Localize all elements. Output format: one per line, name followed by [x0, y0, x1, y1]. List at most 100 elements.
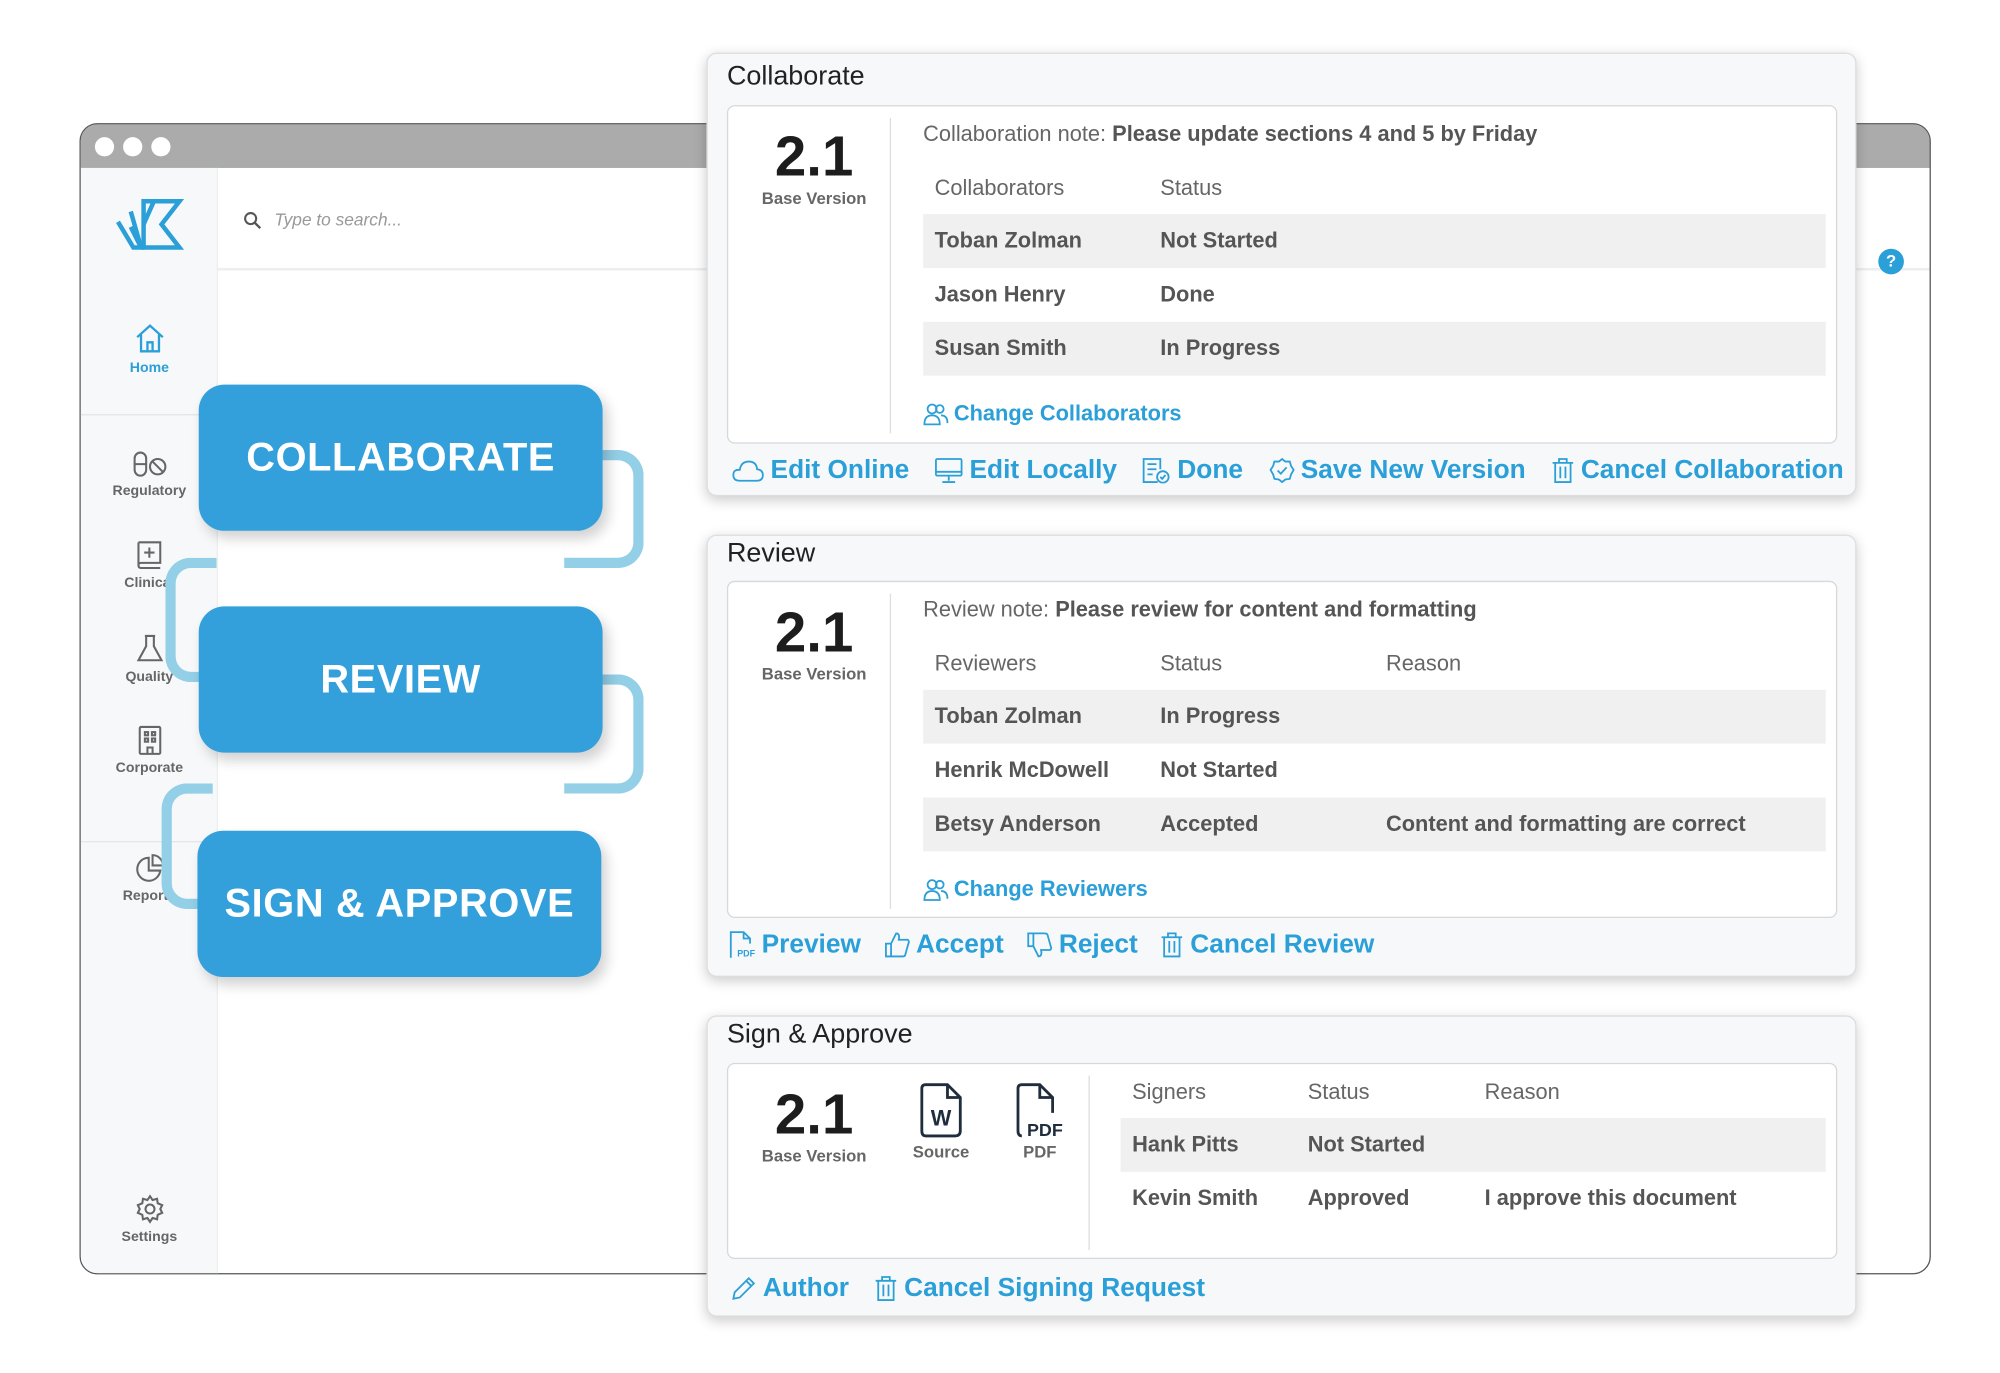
- thumbs-down-icon: [1027, 932, 1052, 958]
- version-number: 2.1: [774, 125, 854, 189]
- cancel-signing-request-button[interactable]: Cancel Signing Request: [875, 1273, 1205, 1304]
- done-button[interactable]: Done: [1143, 455, 1243, 486]
- text: Reject: [1058, 929, 1138, 960]
- text: Change Collaborators: [953, 401, 1182, 426]
- review-panel: 2.1 Base Version Review note: Please revi…: [726, 580, 1838, 918]
- sidebar-item-corporate[interactable]: Corporate: [81, 724, 218, 776]
- text: Jason Henry: [934, 282, 1066, 307]
- trash-icon: [1552, 458, 1574, 483]
- text: I approve this document: [1484, 1185, 1737, 1211]
- pencil-icon: [732, 1276, 756, 1300]
- text: Betsy Anderson: [934, 811, 1101, 836]
- reject-button[interactable]: Reject: [1027, 930, 1138, 961]
- column-header: Collaborators: [934, 175, 1065, 201]
- review-card: Review 2.1 Base Version Review note: Plea…: [706, 534, 1857, 977]
- sign-actions: Author Cancel Signing Request: [731, 1273, 1205, 1304]
- version-label: Base Version: [761, 664, 867, 684]
- base-version: 2.1 Base Version: [737, 601, 891, 684]
- pills-icon: [132, 451, 166, 477]
- search-input[interactable]: Type to search...: [274, 210, 402, 229]
- text: Author: [762, 1273, 849, 1303]
- svg-text:PDF: PDF: [1027, 1120, 1063, 1139]
- review-step-button[interactable]: REVIEW: [198, 606, 603, 753]
- version-number: 2.1: [774, 1083, 854, 1147]
- home-icon: [135, 324, 163, 353]
- text: Preview: [761, 929, 861, 960]
- cloud-icon: [732, 460, 764, 482]
- window-minimize-button[interactable]: [123, 137, 143, 157]
- text: Not Started: [1307, 1132, 1426, 1157]
- edit-online-button[interactable]: Edit Online: [732, 455, 909, 486]
- building-icon: [138, 725, 161, 755]
- text: Edit Locally: [969, 455, 1118, 485]
- text: Cancel Review: [1190, 929, 1375, 960]
- text: Edit Online: [770, 455, 910, 485]
- card-title: Collaborate: [726, 61, 865, 92]
- text: Henrik McDowell: [934, 757, 1110, 783]
- pie-chart-icon: [135, 854, 164, 882]
- text: Toban Zolman: [934, 703, 1082, 729]
- search-icon: [244, 212, 262, 230]
- sidebar: Home Regulatory Clinical Quality Corpora…: [80, 167, 218, 1274]
- review-actions: PDF Preview Accept Reject Cancel Review: [729, 929, 1375, 961]
- table-row: Hank Pitts Not Started: [1120, 1117, 1826, 1172]
- column-header: Signers: [1132, 1079, 1206, 1104]
- text: PDF: [1023, 1142, 1057, 1162]
- pdf-file-icon: PDF: [1016, 1083, 1063, 1140]
- edit-locally-button[interactable]: Edit Locally: [935, 455, 1117, 486]
- text: Save New Version: [1300, 455, 1526, 485]
- sign-approve-card: Sign & Approve 2.1 Base Version W Source …: [706, 1015, 1857, 1317]
- cancel-review-button[interactable]: Cancel Review: [1161, 929, 1375, 961]
- thumbs-up-icon: [884, 932, 910, 958]
- pdf-document-button[interactable]: PDF PDF: [1004, 1082, 1076, 1162]
- cancel-collaboration-button[interactable]: Cancel Collaboration: [1551, 455, 1844, 486]
- preview-button[interactable]: PDF Preview: [729, 929, 861, 961]
- sidebar-item-label: Regulatory: [112, 483, 187, 499]
- divider: [889, 593, 892, 910]
- logo-icon: [116, 199, 185, 250]
- sidebar-item-settings[interactable]: Settings: [81, 1194, 218, 1245]
- base-version: 2.1 Base Version: [737, 1083, 891, 1166]
- sidebar-item-regulatory[interactable]: Regulatory: [81, 450, 218, 499]
- save-new-version-button[interactable]: Save New Version: [1268, 455, 1526, 486]
- help-icon[interactable]: ?: [1878, 248, 1904, 275]
- sign-approve-step-button[interactable]: SIGN & APPROVE: [197, 830, 602, 977]
- source-document-button[interactable]: W Source: [905, 1082, 977, 1162]
- svg-text:PDF: PDF: [737, 948, 755, 958]
- sidebar-item-home[interactable]: Home: [81, 322, 218, 376]
- trash-icon: [875, 1276, 897, 1301]
- sidebar-item-label: Quality: [125, 669, 174, 685]
- collaboration-note: Collaboration note: Please update sectio…: [923, 122, 1537, 148]
- version-number: 2.1: [774, 601, 854, 665]
- text: Cancel Signing Request: [904, 1273, 1205, 1303]
- accept-button[interactable]: Accept: [884, 930, 1004, 961]
- base-version: 2.1 Base Version: [737, 125, 891, 208]
- window-close-button[interactable]: [94, 137, 115, 157]
- card-title: Review: [726, 538, 816, 568]
- text: Collaboration note:: [923, 121, 1107, 147]
- text: In Progress: [1160, 703, 1281, 729]
- text: Please review for content and formatting: [1055, 597, 1477, 622]
- author-button[interactable]: Author: [731, 1273, 849, 1304]
- text: Toban Zolman: [934, 228, 1082, 253]
- text: Change Reviewers: [953, 876, 1148, 902]
- word-file-icon: W: [920, 1083, 962, 1138]
- text: Hank Pitts: [1132, 1132, 1239, 1157]
- change-reviewers-link[interactable]: Change Reviewers: [923, 877, 1148, 903]
- text: Approved: [1307, 1185, 1410, 1211]
- badge-check-icon: [1268, 457, 1295, 484]
- document-check-icon: [1143, 458, 1170, 484]
- collaborate-step-button[interactable]: COLLABORATE: [198, 384, 603, 531]
- column-header: Reason: [1385, 651, 1462, 676]
- column-header: Reviewers: [934, 651, 1037, 676]
- change-collaborators-link[interactable]: Change Collaborators: [923, 401, 1182, 427]
- text: Kevin Smith: [1132, 1185, 1259, 1211]
- version-label: Base Version: [761, 1146, 867, 1166]
- table-row: Jason Henry Done: [923, 268, 1826, 322]
- window-maximize-button[interactable]: [151, 137, 171, 157]
- column-header: Reason: [1484, 1079, 1560, 1104]
- text: Not Started: [1160, 757, 1278, 783]
- text: Done: [1177, 455, 1244, 485]
- pdf-file-icon: PDF: [729, 931, 755, 958]
- divider: [1088, 1075, 1090, 1251]
